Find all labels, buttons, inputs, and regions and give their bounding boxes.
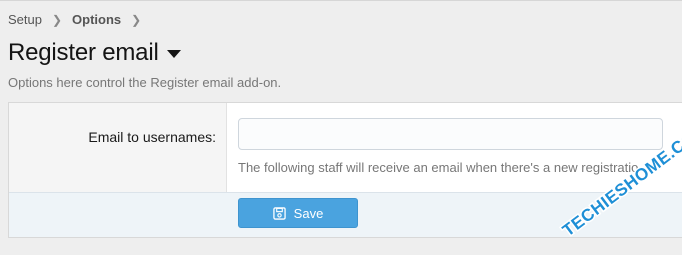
caret-down-icon[interactable] — [166, 50, 181, 58]
save-button[interactable]: Save — [238, 198, 358, 228]
breadcrumb: Setup ❯ Options ❯ — [8, 12, 151, 27]
page-description: Options here control the Register email … — [8, 75, 282, 90]
save-button-label: Save — [293, 205, 324, 221]
app-window: Setup ❯ Options ❯ Register email Options… — [0, 0, 682, 243]
chevron-right-icon: ❯ — [131, 12, 142, 27]
breadcrumb-item-setup[interactable]: Setup — [8, 12, 42, 27]
page-title-row[interactable]: Register email — [8, 39, 181, 67]
form-submit-row: Save — [9, 192, 682, 237]
email-to-usernames-label: Email to usernames: — [88, 129, 216, 145]
email-to-usernames-input[interactable] — [238, 118, 663, 150]
field-hint: The following staff will receive an emai… — [238, 160, 639, 175]
chevron-right-icon: ❯ — [51, 12, 63, 27]
form-value-column: The following staff will receive an emai… — [227, 103, 682, 192]
options-form: Email to usernames: The following staff … — [8, 102, 682, 238]
form-label-column: Email to usernames: — [9, 103, 227, 192]
save-icon — [272, 206, 286, 220]
breadcrumb-item-options[interactable]: Options — [72, 12, 121, 27]
page-title: Register email — [8, 39, 159, 66]
